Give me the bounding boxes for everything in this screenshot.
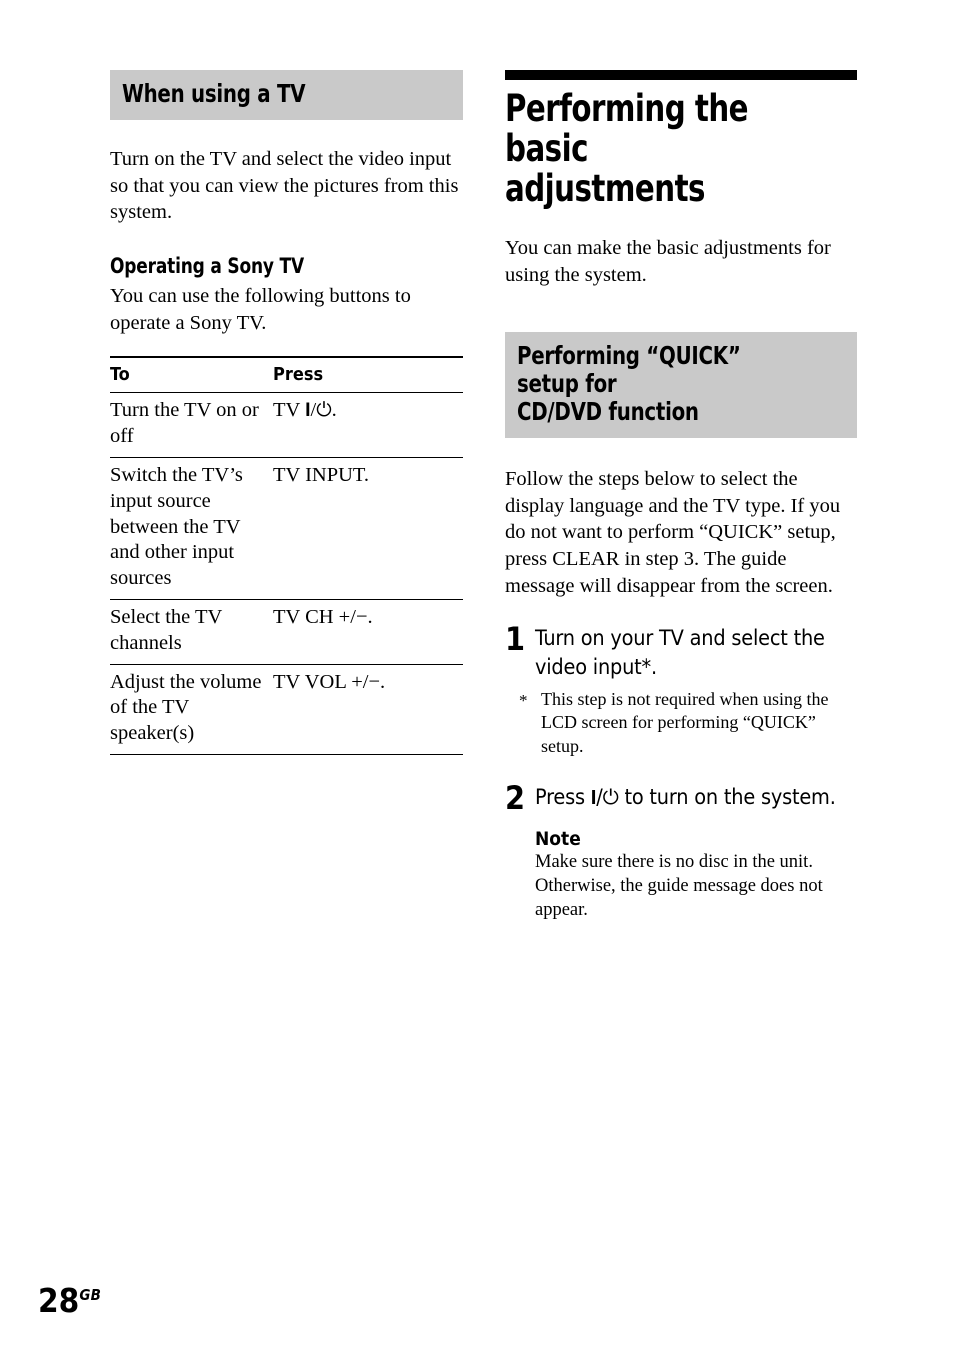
step-2-text-after: to turn on the system. — [618, 785, 836, 811]
right-section-band: Performing “QUICK” setup for CD/DVD func… — [505, 332, 857, 439]
step-1: 1 Turn on your TV and select the video i… — [505, 620, 857, 682]
footnote-body: This step is not required when using the… — [541, 689, 829, 756]
quick-setup-intro: Follow the steps below to select the dis… — [505, 468, 841, 597]
step-2-note: Note Make sure there is no disc in the u… — [505, 828, 857, 922]
right-column: Performing the basic adjustments You can… — [505, 70, 857, 922]
step-2-text: Press I/⏻ to turn on the system. — [535, 784, 857, 812]
step-1-number: 1 — [505, 620, 526, 659]
page-number: 28GB — [38, 1284, 101, 1317]
chapter-rule — [505, 70, 857, 80]
left-section-heading: When using a TV — [122, 79, 306, 108]
footnote-marker: * — [519, 691, 528, 711]
step-1-footnote: * This step is not required when using t… — [505, 688, 857, 758]
manual-page: When using a TV Turn on the TV and selec… — [0, 0, 954, 1357]
left-sub-paragraph: You can use the following buttons to ope… — [110, 284, 411, 334]
table-header-press: Press — [273, 356, 463, 394]
table-cell-press: TV I/⏻. — [273, 392, 463, 458]
table-row: Select the TV channels TV CH +/−. — [110, 599, 463, 665]
step-1-text: Turn on your TV and select the video inp… — [535, 626, 825, 680]
table-cell-to: Switch the TV’s input source between the… — [110, 457, 273, 601]
table-cell-to: Select the TV channels — [110, 599, 273, 665]
table-header-to: To — [110, 356, 273, 394]
table-cell-to: Turn the TV on or off — [110, 392, 273, 458]
note-body: Make sure there is no disc in the unit. … — [535, 852, 823, 920]
step-2-number: 2 — [505, 779, 526, 818]
table-row: Adjust the volume of the TV speaker(s) T… — [110, 664, 463, 756]
tv-buttons-table: To Press Turn the TV on or off TV I/⏻. S… — [110, 356, 463, 756]
press-value-power: TV I/⏻. — [273, 398, 337, 422]
table-header-row: To Press — [110, 356, 463, 394]
power-symbol-icon: ⏻ — [316, 398, 332, 422]
chapter-intro-paragraph: You can make the basic adjustments for u… — [505, 236, 831, 286]
table-cell-press: TV VOL +/−. — [273, 664, 463, 756]
operating-sony-tv-heading: Operating a Sony TV — [110, 253, 304, 278]
left-section-band: When using a TV — [110, 70, 463, 120]
left-column: When using a TV Turn on the TV and selec… — [110, 70, 463, 756]
quick-setup-heading: Performing “QUICK” setup for CD/DVD func… — [517, 341, 741, 427]
page-region-code: GB — [79, 1286, 102, 1304]
table-cell-press: TV CH +/−. — [273, 599, 463, 665]
left-intro-paragraph: Turn on the TV and select the video inpu… — [110, 148, 459, 224]
step-2-power-symbol: I/⏻ — [591, 785, 619, 810]
note-heading: Note — [535, 828, 581, 851]
table-cell-to: Adjust the volume of the TV speaker(s) — [110, 664, 273, 756]
table-row: Turn the TV on or off TV I/⏻. — [110, 392, 463, 458]
step-2: 2 Press I/⏻ to turn on the system. — [505, 779, 857, 818]
table-cell-press: TV INPUT. — [273, 457, 463, 601]
table-row: Switch the TV’s input source between the… — [110, 457, 463, 601]
step-2-text-before: Press — [535, 785, 591, 811]
chapter-title: Performing the basic adjustments — [505, 87, 749, 210]
power-symbol-icon: ⏻ — [602, 785, 619, 810]
page-number-value: 28 — [38, 1281, 80, 1320]
